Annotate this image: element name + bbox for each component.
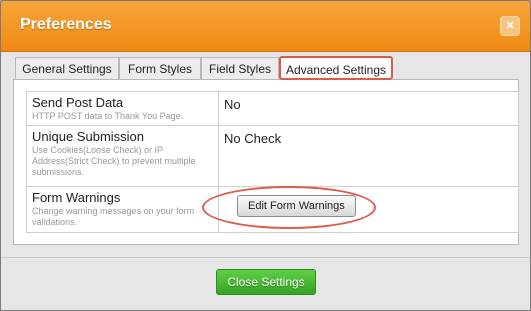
tab-form-styles[interactable]: Form Styles — [119, 57, 201, 79]
tab-field-styles[interactable]: Field Styles — [201, 57, 279, 79]
table-row: Form Warnings Change warning messages on… — [26, 186, 519, 233]
setting-value-cell[interactable]: No Check — [218, 125, 519, 187]
setting-description: Use Cookies(Loose Check) or IP Address(S… — [32, 145, 196, 177]
setting-label-cell: Form Warnings Change warning messages on… — [26, 186, 219, 233]
tab-general-settings[interactable]: General Settings — [15, 57, 119, 79]
setting-value-cell[interactable]: No — [218, 91, 519, 126]
setting-title: Form Warnings — [32, 190, 121, 205]
setting-value[interactable]: No Check — [224, 129, 513, 146]
setting-label-cell: Unique Submission Use Cookies(Loose Chec… — [26, 125, 219, 187]
tab-label: Advanced Settings — [285, 63, 387, 77]
table-row: Unique Submission Use Cookies(Loose Chec… — [26, 125, 519, 187]
setting-value-cell: Edit Form Warnings — [218, 186, 519, 233]
setting-description: Change warning messages on your form val… — [32, 206, 195, 227]
tab-label: Field Styles — [208, 62, 272, 76]
tab-label: Form Styles — [127, 62, 192, 76]
footer-divider — [1, 257, 530, 258]
preferences-dialog: Preferences × General Settings Form Styl… — [0, 0, 531, 311]
tab-label: General Settings — [22, 62, 112, 76]
setting-title: Unique Submission — [32, 129, 145, 144]
close-icon[interactable]: × — [500, 16, 520, 36]
setting-title: Send Post Data — [32, 95, 124, 110]
setting-description: HTTP POST data to Thank You Page. — [32, 111, 184, 121]
dialog-title: Preferences — [20, 16, 112, 33]
edit-form-warnings-button[interactable]: Edit Form Warnings — [237, 195, 356, 217]
setting-value[interactable]: No — [224, 95, 513, 112]
dialog-titlebar: Preferences × — [1, 1, 530, 52]
settings-table: Send Post Data HTTP POST data to Thank Y… — [26, 91, 519, 233]
close-settings-button[interactable]: Close Settings — [216, 269, 316, 295]
setting-label-cell: Send Post Data HTTP POST data to Thank Y… — [26, 91, 219, 126]
table-row: Send Post Data HTTP POST data to Thank Y… — [26, 91, 519, 126]
tab-advanced-settings[interactable]: Advanced Settings — [279, 56, 393, 80]
